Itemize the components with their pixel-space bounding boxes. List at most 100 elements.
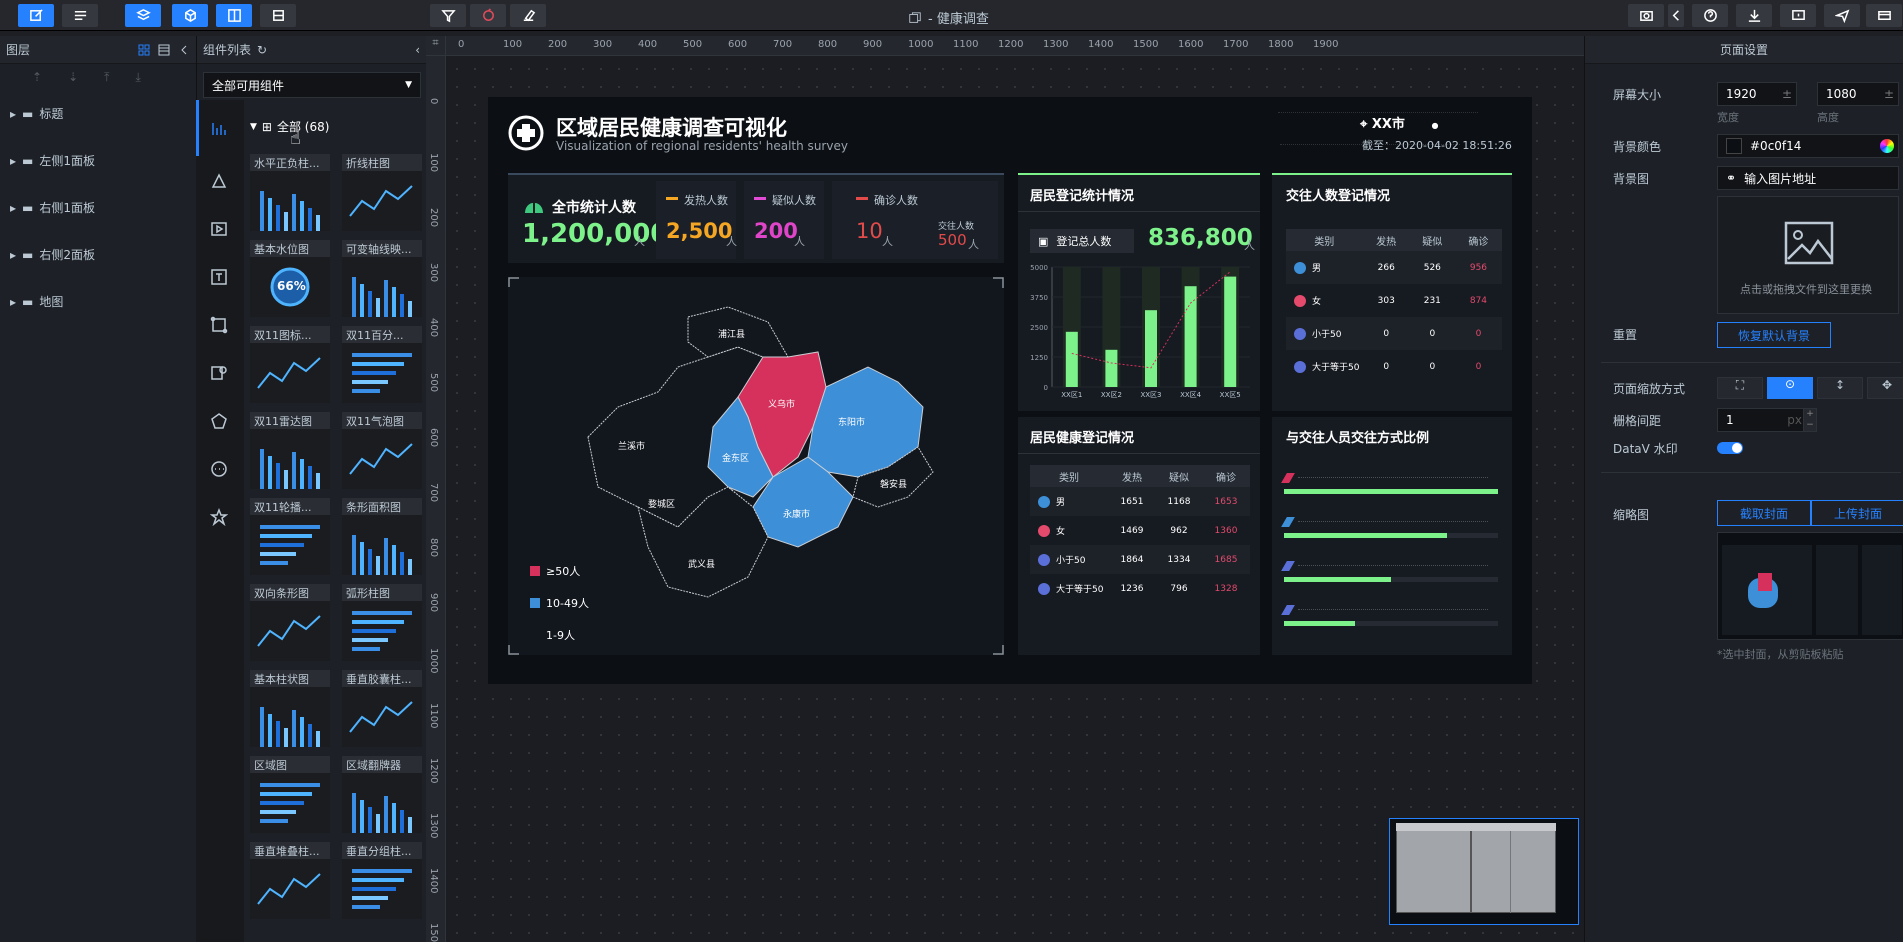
edit-mode-button[interactable] <box>18 4 54 27</box>
ruler-tick-label: 1200 <box>428 758 439 784</box>
male-icon <box>1038 495 1050 508</box>
zoom-full-button[interactable]: ✥ <box>1867 377 1903 399</box>
text-category-icon[interactable] <box>210 268 230 288</box>
width-input[interactable]: 1920 ± <box>1717 82 1797 106</box>
more-button[interactable] <box>1866 4 1902 27</box>
canvas-minimap[interactable] <box>1389 818 1579 925</box>
component-card[interactable]: 条形面积图 <box>342 498 422 576</box>
component-card[interactable]: 可变轴线映... <box>342 240 422 318</box>
ratio-dotted-line <box>1298 521 1488 522</box>
component-card[interactable]: 双向条形图 <box>250 584 330 662</box>
cursor-icon: ☝ <box>290 128 301 149</box>
height-hint: 高度 <box>1817 111 1839 124</box>
component-card[interactable]: 基本柱状图 <box>250 670 330 748</box>
zoom-width-button[interactable]: ⊙ <box>1767 377 1813 399</box>
move-top-icon[interactable]: ⤒ <box>104 70 109 85</box>
map-category-icon[interactable] <box>210 172 230 192</box>
ruler-corner-icon[interactable]: ⌗ <box>426 36 446 56</box>
relation-category-icon[interactable] <box>210 316 230 336</box>
zoom-fit-button[interactable]: ⛶ <box>1717 377 1763 399</box>
component-card[interactable]: 双11雷达图 <box>250 412 330 490</box>
preview-mode-button[interactable] <box>62 4 98 27</box>
city-name: XX市 <box>1371 117 1405 132</box>
component-filter-value: 全部可用组件 <box>212 78 285 93</box>
chevron-left-icon[interactable]: ‹ <box>415 43 420 57</box>
component-card[interactable]: 垂直分组柱... <box>342 842 422 920</box>
component-card[interactable]: 双11图标... <box>250 326 330 404</box>
component-card[interactable]: 弧形柱图 <box>342 584 422 662</box>
bg-image-input[interactable]: ⚭ 输入图片地址 <box>1717 166 1899 190</box>
component-card[interactable]: 垂直胶囊柱... <box>342 670 422 748</box>
bg-image-upload[interactable]: 点击或拖拽文件到这里更换 <box>1717 196 1899 314</box>
layer-label: 地图 <box>39 295 64 309</box>
grid-spacing-input[interactable]: 1 px <box>1717 408 1809 432</box>
bg-color-input[interactable]: #0c0f14 <box>1717 134 1899 158</box>
reset-bg-button[interactable]: 恢复默认背景 <box>1717 322 1831 348</box>
other-category-icon[interactable] <box>210 460 230 480</box>
registration-bar-chart[interactable]: 0 1250 2500 3750 5000 XX区1 XX区2 XX区3 XX区4 XX区5 <box>1018 259 1260 411</box>
components-toggle-button[interactable] <box>172 4 208 27</box>
watermark-toggle[interactable] <box>1717 442 1743 454</box>
table-header-cell: 疑似 <box>1169 472 1189 484</box>
layers-toggle-button[interactable] <box>125 4 161 27</box>
height-input[interactable]: 1080 ± <box>1817 82 1899 106</box>
component-card[interactable]: 折线柱图 <box>342 154 422 232</box>
layer-item[interactable]: ▸ ▬ 左侧1面板 <box>0 137 196 184</box>
media-category-icon[interactable] <box>210 220 230 240</box>
component-card[interactable]: 区域图 <box>250 756 330 834</box>
favorite-category-icon[interactable] <box>209 507 230 528</box>
width-stepper-icon[interactable]: ± <box>1782 87 1792 101</box>
component-filter-select[interactable]: 全部可用组件 ▼ <box>203 72 421 98</box>
material-category-icon[interactable] <box>210 412 230 432</box>
filter-button[interactable] <box>430 4 466 27</box>
move-down-icon[interactable]: ⇣ <box>68 70 78 84</box>
layer-item[interactable]: ▸ ▬ 右侧2面板 <box>0 231 196 278</box>
toolbox-button[interactable] <box>260 4 296 27</box>
interaction-category-icon[interactable] <box>210 364 230 384</box>
cover-thumbnail[interactable] <box>1717 532 1903 640</box>
collapse-button[interactable] <box>1668 4 1684 27</box>
snapshot-button[interactable] <box>1628 4 1664 27</box>
list-view-icon[interactable] <box>158 44 170 56</box>
upload-cover-button[interactable]: 上传封面 <box>1811 500 1903 526</box>
divider <box>1601 472 1901 473</box>
grid-stepper[interactable]: + − <box>1803 408 1817 432</box>
component-card[interactable]: 水平正负柱... <box>250 154 330 232</box>
move-up-icon[interactable]: ⇡ <box>32 70 42 84</box>
region-map[interactable]: 浦江县 义乌市 兰溪市 金东区 东阳市 婺城区 永康市 磐安县 武义县 <box>578 297 938 617</box>
box-icon <box>272 10 284 21</box>
panel-toggle-button[interactable] <box>216 4 252 27</box>
move-bottom-icon[interactable]: ⤓ <box>135 70 140 85</box>
update-time: 截至：2020-04-02 18:51:26 <box>1362 139 1512 152</box>
chart-category-icon[interactable] <box>210 120 230 140</box>
layer-item[interactable]: ▸ ▬ 地图 <box>0 278 196 325</box>
table-header-cell: 确诊 <box>1216 472 1236 484</box>
table-cell: 0 <box>1475 328 1482 339</box>
present-button[interactable] <box>1780 4 1816 27</box>
layer-item[interactable]: ▸ ▬ 右侧1面板 <box>0 184 196 231</box>
height-stepper-icon[interactable]: ± <box>1884 87 1894 101</box>
zoom-height-button[interactable]: ↕ <box>1817 377 1863 399</box>
component-card[interactable]: 基本水位图 66% <box>250 240 330 318</box>
help-button[interactable] <box>1692 4 1728 27</box>
download-button[interactable] <box>1736 4 1772 27</box>
component-card[interactable]: 双11气泡图 <box>342 412 422 490</box>
component-card[interactable]: 垂直堆叠柱... <box>250 842 330 920</box>
refresh-icon[interactable]: ↻ <box>257 43 267 57</box>
layer-item[interactable]: ▸ ▬ 标题 <box>0 90 196 137</box>
component-card[interactable]: 双11百分... <box>342 326 422 404</box>
publish-button[interactable] <box>1824 4 1860 27</box>
color-swatch[interactable] <box>1726 138 1742 154</box>
dashboard-screen[interactable]: 区域居民健康调查可视化 Visualization of regional re… <box>488 97 1532 684</box>
eraser-button[interactable] <box>510 4 546 27</box>
ratio-dotted-line <box>1298 565 1488 566</box>
refresh-button[interactable] <box>470 4 506 27</box>
color-picker-icon[interactable] <box>1880 139 1894 153</box>
grid-view-icon[interactable] <box>138 44 150 56</box>
chevron-left-icon[interactable] <box>178 44 190 56</box>
folder-icon: ▬ <box>22 153 34 168</box>
component-card[interactable]: 区域翻牌器 <box>342 756 422 834</box>
screen-size-label: 屏幕大小 <box>1613 88 1662 102</box>
capture-cover-button[interactable]: 截取封面 <box>1717 500 1811 526</box>
component-card[interactable]: 双11轮播... <box>250 498 330 576</box>
